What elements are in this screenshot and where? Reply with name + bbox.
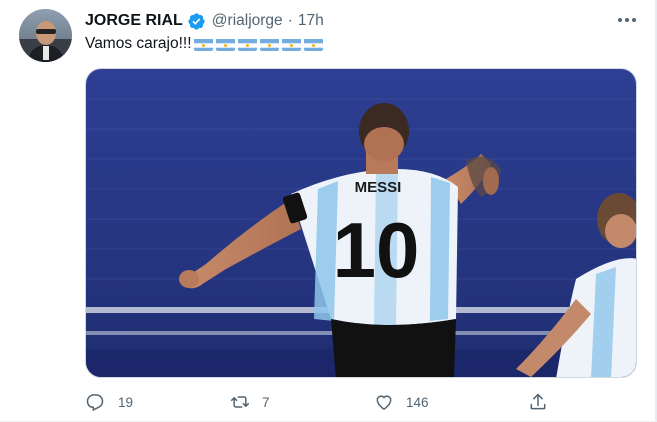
- argentina-flag-icon: [237, 38, 257, 51]
- tweet-photo[interactable]: MESSI 10: [85, 68, 637, 378]
- reply-button[interactable]: 19: [85, 391, 133, 413]
- tweet-text-content: Vamos carajo!!!: [85, 35, 192, 52]
- retweet-button[interactable]: 7: [230, 391, 270, 413]
- separator-dot: ·: [287, 12, 293, 29]
- retweet-count: 7: [262, 394, 270, 410]
- more-icon[interactable]: [614, 10, 640, 30]
- jersey-name: MESSI: [355, 179, 402, 196]
- jersey-number: 10: [333, 206, 420, 294]
- timestamp[interactable]: 17h: [298, 12, 324, 30]
- argentina-flag-icon: [281, 38, 301, 51]
- reply-count: 19: [118, 394, 134, 410]
- argentina-flag-icon: [259, 38, 279, 51]
- share-button[interactable]: [528, 391, 548, 413]
- argentina-flag-icon: [215, 38, 235, 51]
- argentina-flag-icon: [193, 38, 213, 51]
- like-button[interactable]: 146: [374, 391, 429, 413]
- author-handle[interactable]: @rialjorge: [212, 12, 283, 30]
- verified-badge-icon: [187, 12, 206, 31]
- author-name[interactable]: JORGE RIAL: [85, 12, 183, 30]
- tweet-text: Vamos carajo!!!: [85, 34, 326, 54]
- like-count: 146: [406, 394, 429, 410]
- retweet-icon: [230, 392, 250, 412]
- share-icon: [528, 392, 548, 412]
- tweet-header: JORGE RIAL @rialjorge · 17h: [85, 10, 324, 32]
- tweet-card[interactable]: JORGE RIAL @rialjorge · 17h Vamos carajo…: [0, 0, 657, 422]
- argentina-flag-icon: [303, 38, 323, 51]
- tweet-actions: 19 7 146: [85, 391, 555, 413]
- flag-emoji-group: [193, 38, 326, 51]
- heart-icon: [374, 392, 394, 412]
- reply-icon: [85, 392, 105, 412]
- avatar[interactable]: [19, 9, 72, 62]
